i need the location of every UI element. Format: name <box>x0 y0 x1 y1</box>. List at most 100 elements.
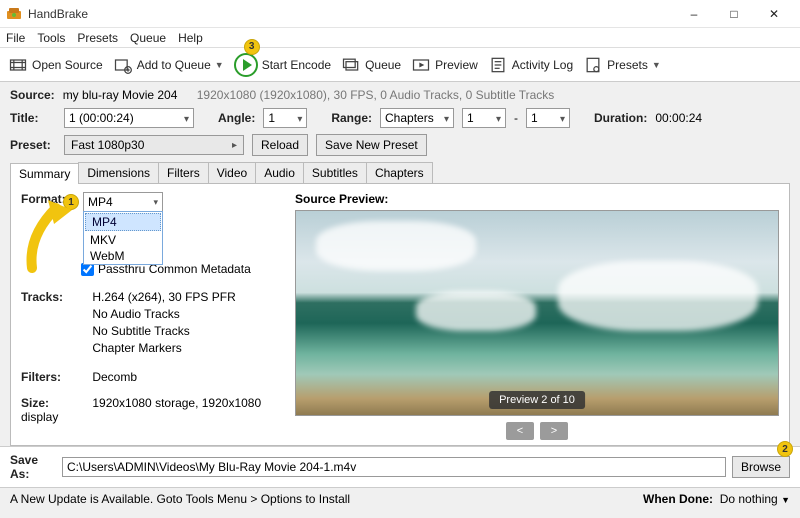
chevron-down-icon: ▼ <box>215 60 224 70</box>
tab-summary[interactable]: Summary <box>10 163 79 184</box>
when-done-label: When Done: <box>643 492 713 506</box>
format-option-mkv[interactable]: MKV <box>84 232 162 248</box>
preview-prev-button[interactable]: < <box>506 422 534 440</box>
tab-subtitles[interactable]: Subtitles <box>303 162 367 183</box>
tracks-line-4: Chapter Markers <box>92 341 235 355</box>
start-encode-label: Start Encode <box>262 58 331 72</box>
cloud-decoration <box>558 261 758 331</box>
open-source-button[interactable]: Open Source <box>8 55 103 75</box>
app-logo-icon <box>6 6 22 22</box>
preview-label: Preview <box>435 58 478 72</box>
film-icon <box>8 55 28 75</box>
preset-label: Preset: <box>10 138 56 152</box>
menu-help[interactable]: Help <box>178 31 203 45</box>
source-row: Source: my blu-ray Movie 204 1920x1080 (… <box>10 88 790 102</box>
chevron-right-icon: ▸ <box>232 140 237 151</box>
close-button[interactable]: ✕ <box>754 0 794 28</box>
format-option-mp4[interactable]: MP4 <box>85 213 161 231</box>
reload-button[interactable]: Reload <box>252 134 308 156</box>
tabs: Summary Dimensions Filters Video Audio S… <box>10 162 790 184</box>
tracks-label: Tracks: <box>21 290 77 304</box>
start-encode-button[interactable]: Start Encode 3 <box>234 53 331 77</box>
log-icon <box>488 55 508 75</box>
cloud-decoration <box>316 221 476 271</box>
window-title: HandBrake <box>28 7 88 21</box>
minimize-button[interactable]: – <box>674 0 714 28</box>
tracks-line-1: H.264 (x264), 30 FPS PFR <box>92 290 235 304</box>
save-as-row: Save As: Browse 2 <box>0 446 800 487</box>
annotation-badge-3: 3 <box>244 39 260 55</box>
preview-next-button[interactable]: > <box>540 422 568 440</box>
duration-label: Duration: <box>594 111 647 125</box>
menu-presets[interactable]: Presets <box>77 31 118 45</box>
queue-label: Queue <box>365 58 401 72</box>
menu-queue[interactable]: Queue <box>130 31 166 45</box>
tab-chapters[interactable]: Chapters <box>366 162 433 183</box>
source-preview-label: Source Preview: <box>295 192 779 206</box>
menu-tools[interactable]: Tools <box>37 31 65 45</box>
tab-audio[interactable]: Audio <box>255 162 304 183</box>
preview-count-badge: Preview 2 of 10 <box>489 391 585 409</box>
save-as-input[interactable] <box>62 457 726 477</box>
summary-panel: Format: 1 MP4 MP4 MKV WebM Passthru Comm… <box>10 184 790 446</box>
browse-button[interactable]: Browse 2 <box>732 456 790 478</box>
add-to-queue-label: Add to Queue <box>137 58 211 72</box>
preset-row: Preset: Fast 1080p30 ▸ Reload Save New P… <box>10 134 790 156</box>
source-label: Source: <box>10 88 55 102</box>
activity-log-label: Activity Log <box>512 58 573 72</box>
play-icon <box>234 53 258 77</box>
duration-value: 00:00:24 <box>655 111 702 125</box>
title-select[interactable]: 1 (00:00:24) <box>64 108 194 128</box>
presets-button[interactable]: Presets ▼ <box>583 55 661 75</box>
size-label: Size: <box>21 396 77 410</box>
format-dropdown-open: MP4 MKV WebM <box>83 211 163 265</box>
chevron-down-icon: ▼ <box>781 495 790 505</box>
angle-select[interactable]: 1 <box>263 108 307 128</box>
annotation-badge-2: 2 <box>777 441 793 457</box>
statusbar: A New Update is Available. Goto Tools Me… <box>0 487 800 510</box>
source-info: 1920x1080 (1920x1080), 30 FPS, 0 Audio T… <box>197 88 555 102</box>
open-source-label: Open Source <box>32 58 103 72</box>
menu-file[interactable]: File <box>6 31 25 45</box>
menubar: File Tools Presets Queue Help <box>0 28 800 48</box>
tab-filters[interactable]: Filters <box>158 162 209 183</box>
queue-button[interactable]: Queue <box>341 55 401 75</box>
annotation-badge-1: 1 <box>63 194 79 210</box>
range-to-select[interactable]: 1 <box>526 108 570 128</box>
toolbar: Open Source Add to Queue ▼ Start Encode … <box>0 48 800 82</box>
presets-icon <box>583 55 603 75</box>
tracks-line-2: No Audio Tracks <box>92 307 235 321</box>
tab-video[interactable]: Video <box>208 162 256 183</box>
title-row: Title: 1 (00:00:24) Angle: 1 Range: Chap… <box>10 108 790 128</box>
tab-dimensions[interactable]: Dimensions <box>78 162 159 183</box>
update-message: A New Update is Available. Goto Tools Me… <box>10 492 350 506</box>
filters-value: Decomb <box>92 370 137 384</box>
queue-icon <box>341 55 361 75</box>
range-label: Range: <box>331 111 372 125</box>
source-preview-image: Preview 2 of 10 <box>295 210 779 416</box>
queue-add-icon <box>113 55 133 75</box>
preview-button[interactable]: Preview <box>411 55 478 75</box>
tracks-line-3: No Subtitle Tracks <box>92 324 235 338</box>
when-done-select[interactable]: Do nothing ▼ <box>720 492 790 506</box>
add-to-queue-button[interactable]: Add to Queue ▼ <box>113 55 224 75</box>
save-as-label: Save As: <box>10 453 56 481</box>
maximize-button[interactable]: □ <box>714 0 754 28</box>
save-preset-button[interactable]: Save New Preset <box>316 134 427 156</box>
preview-icon <box>411 55 431 75</box>
angle-label: Angle: <box>218 111 255 125</box>
format-option-webm[interactable]: WebM <box>84 248 162 264</box>
chevron-down-icon: ▼ <box>652 60 661 70</box>
presets-label: Presets <box>607 58 648 72</box>
title-label: Title: <box>10 111 56 125</box>
source-name: my blu-ray Movie 204 <box>63 88 178 102</box>
format-select[interactable]: MP4 <box>83 192 163 212</box>
cloud-decoration <box>416 291 536 331</box>
filters-label: Filters: <box>21 370 77 384</box>
titlebar: HandBrake – □ ✕ <box>0 0 800 28</box>
range-dash: - <box>514 111 518 125</box>
range-from-select[interactable]: 1 <box>462 108 506 128</box>
range-type-select[interactable]: Chapters <box>380 108 454 128</box>
preset-select[interactable]: Fast 1080p30 ▸ <box>64 135 244 155</box>
activity-log-button[interactable]: Activity Log <box>488 55 573 75</box>
